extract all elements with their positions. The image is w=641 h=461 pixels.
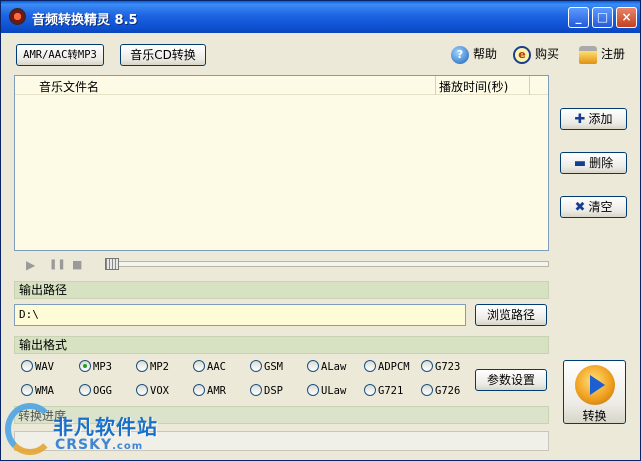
watermark-en-text: CRSKY.com [55,437,144,453]
format-radio-amr[interactable]: AMR [193,384,226,400]
format-radio-aac[interactable]: AAC [193,360,226,376]
format-radio-label: G723 [435,361,461,373]
app-icon [9,8,26,25]
format-radio-g723[interactable]: G723 [421,360,460,376]
delete-button[interactable]: ▬ 删除 [560,152,627,174]
radio-circle-icon[interactable] [136,360,148,372]
format-radio-label: OGG [93,385,112,397]
seek-slider[interactable] [105,258,549,270]
minus-icon: ▬ [573,156,587,171]
help-link[interactable]: ? 帮助 [451,45,497,65]
format-radio-label: VOX [150,385,169,397]
radio-circle-icon[interactable] [307,360,319,372]
register-label: 注册 [601,47,626,61]
register-link[interactable]: 注册 [579,45,625,65]
column-divider[interactable] [529,76,530,95]
site-watermark: 非凡软件站 CRSKY.com [5,399,165,459]
pause-icon[interactable]: ❚❚ [49,259,66,270]
format-radio-wav[interactable]: WAV [21,360,54,376]
x-icon: ✖ [574,200,586,215]
radio-circle-icon[interactable] [307,384,319,396]
seek-thumb[interactable] [105,258,119,270]
format-radio-label: ULaw [321,385,347,397]
convert-label: 转换 [582,409,607,423]
column-divider[interactable] [435,76,436,95]
radio-circle-icon[interactable] [193,384,205,396]
format-radio-label: ALaw [321,361,347,373]
format-radio-gsm[interactable]: GSM [250,360,283,376]
browse-path-button[interactable]: 浏览路径 [475,304,547,326]
format-radio-g726[interactable]: G726 [421,384,460,400]
plus-icon: ✚ [574,112,586,127]
radio-circle-icon[interactable] [250,384,262,396]
help-icon: ? [451,45,469,64]
convert-button[interactable]: 转换 [563,360,626,424]
player-controls: ▶ ❚❚ ■ [14,255,549,275]
minimize-button[interactable]: _ [568,7,589,28]
clear-button[interactable]: ✖ 清空 [560,196,627,218]
radio-circle-icon[interactable] [136,384,148,396]
format-radio-label: DSP [264,385,283,397]
maximize-button[interactable]: □ [592,7,613,28]
format-radio-label: WMA [35,385,54,397]
add-button[interactable]: ✚ 添加 [560,108,627,130]
audio-cd-convert-button[interactable]: 音乐CD转换 [120,44,206,66]
radio-circle-icon[interactable] [79,360,91,372]
format-radio-label: G721 [378,385,404,397]
format-radio-label: GSM [264,361,283,373]
play-convert-icon [575,365,615,405]
format-radio-mp3[interactable]: MP3 [79,360,112,376]
radio-circle-icon[interactable] [364,384,376,396]
window-title: 音频转换精灵 8.5 [32,13,138,28]
main-window: 音频转换精灵 8.5 _ □ × AMR/AAC转MP3 音乐CD转换 ? 帮助 … [0,0,641,461]
format-radio-label: WAV [35,361,54,373]
watermark-cn-text: 非凡软件站 [53,415,158,439]
buy-label: 购买 [535,47,560,61]
format-radio-ulaw[interactable]: ULaw [307,384,346,400]
format-radio-label: AAC [207,361,226,373]
format-radio-wma[interactable]: WMA [21,384,54,400]
radio-circle-icon[interactable] [79,384,91,396]
title-bar[interactable]: 音频转换精灵 8.5 _ □ × [1,1,640,33]
list-header: 音乐文件名 播放时间(秒) [15,76,548,95]
stop-icon[interactable]: ■ [72,258,82,271]
close-button[interactable]: × [616,7,637,28]
format-radio-label: MP2 [150,361,169,373]
buy-icon: e [513,45,531,64]
column-header-filename[interactable]: 音乐文件名 [39,78,99,95]
format-radio-dsp[interactable]: DSP [250,384,283,400]
radio-circle-icon[interactable] [421,360,433,372]
music-file-list[interactable]: 音乐文件名 播放时间(秒) [14,75,549,251]
radio-circle-icon[interactable] [193,360,205,372]
format-radio-ogg[interactable]: OGG [79,384,112,400]
radio-circle-icon[interactable] [421,384,433,396]
clear-label: 清空 [588,200,613,214]
format-radio-label: MP3 [93,361,112,373]
format-radio-label: ADPCM [378,361,410,373]
buy-link[interactable]: e 购买 [513,45,559,65]
radio-circle-icon[interactable] [364,360,376,372]
column-header-duration[interactable]: 播放时间(秒) [439,78,508,95]
format-radio-vox[interactable]: VOX [136,384,169,400]
radio-circle-icon[interactable] [250,360,262,372]
amr-aac-to-mp3-button[interactable]: AMR/AAC转MP3 [16,44,104,66]
help-label: 帮助 [473,47,498,61]
output-format-header: 输出格式 [14,336,549,354]
format-radio-adpcm[interactable]: ADPCM [364,360,410,376]
format-radio-alaw[interactable]: ALaw [307,360,346,376]
add-label: 添加 [588,112,613,126]
delete-label: 删除 [589,156,614,170]
format-radio-label: AMR [207,385,226,397]
radio-circle-icon[interactable] [21,384,33,396]
play-icon[interactable]: ▶ [26,258,35,272]
watermark-logo-icon [5,403,55,455]
output-path-input[interactable]: D:\ [14,304,466,326]
parameter-settings-button[interactable]: 参数设置 [475,369,547,391]
format-radio-mp2[interactable]: MP2 [136,360,169,376]
format-radio-label: G726 [435,385,461,397]
radio-circle-icon[interactable] [21,360,33,372]
format-radio-g721[interactable]: G721 [364,384,403,400]
output-path-header: 输出路径 [14,281,549,299]
lock-icon [579,45,597,64]
